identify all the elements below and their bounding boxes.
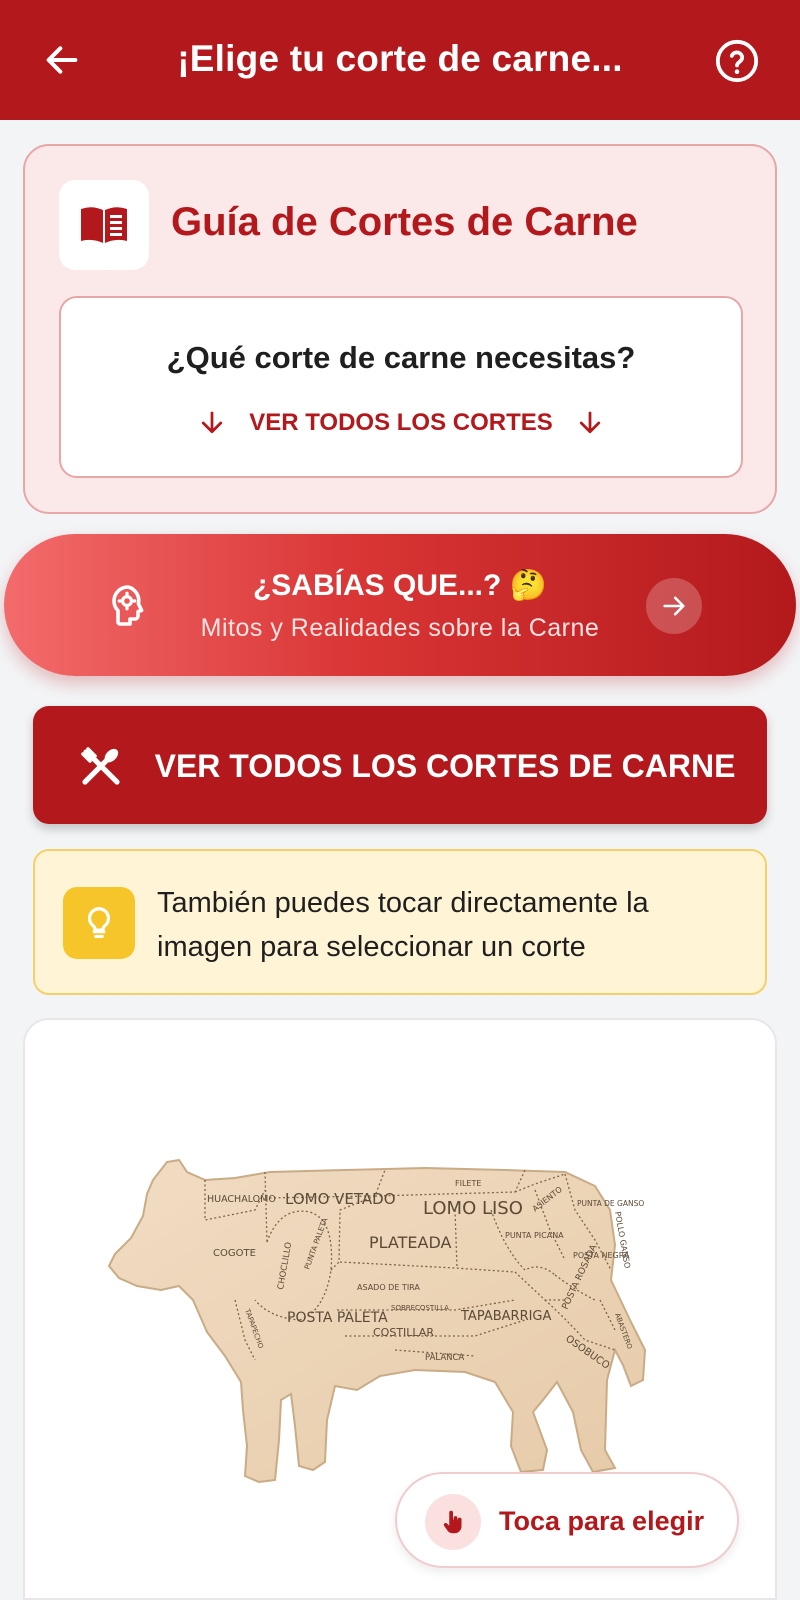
did-you-know-subtitle: Mitos y Realidades sobre la Carne bbox=[200, 614, 600, 642]
cut-label-costillar: COSTILLAR bbox=[373, 1326, 434, 1339]
tip-box: También puedes tocar directamente la ima… bbox=[33, 849, 767, 995]
cow-cuts-image[interactable]: HUACHALOMO LOMO VETADO FILETE LOMO LISO … bbox=[95, 1150, 685, 1500]
guide-question: ¿Qué corte de carne necesitas? bbox=[166, 340, 636, 375]
cut-label-palanca: PALANCA bbox=[425, 1353, 464, 1363]
page-title: ¡Elige tu corte de carne... bbox=[177, 38, 623, 79]
cut-label-sobrecostilla: SOBRECOSTILLA bbox=[391, 1304, 449, 1312]
lightbulb-icon bbox=[87, 907, 111, 939]
tip-icon-container bbox=[63, 887, 135, 959]
did-you-know-title: ¿SABÍAS QUE...? 🤔 bbox=[252, 569, 548, 602]
touch-to-choose-pill[interactable]: Toca para elegir bbox=[395, 1472, 739, 1568]
guide-question-box[interactable]: ¿Qué corte de carne necesitas? VER TODOS… bbox=[59, 296, 743, 478]
tip-text: También puedes tocar directamente la ima… bbox=[157, 887, 649, 963]
arrow-down-icon bbox=[579, 411, 600, 434]
cut-label-cogote: COGOTE bbox=[213, 1248, 256, 1259]
utensils-crossed-icon bbox=[81, 747, 120, 785]
help-button[interactable] bbox=[714, 38, 760, 84]
cut-label-plateada: PLATEADA bbox=[369, 1233, 452, 1252]
hand-pointer-icon bbox=[443, 1510, 462, 1534]
view-all-cuts-button-label: VER TODOS LOS CORTES DE CARNE bbox=[154, 748, 736, 784]
brain-gear-icon bbox=[112, 585, 144, 626]
cow-image-card: HUACHALOMO LOMO VETADO FILETE LOMO LISO … bbox=[23, 1018, 777, 1600]
view-all-cuts-label: VER TODOS LOS CORTES bbox=[249, 409, 553, 436]
view-all-cuts-button[interactable]: VER TODOS LOS CORTES DE CARNE bbox=[33, 706, 767, 824]
did-you-know-arrow-button[interactable] bbox=[646, 578, 702, 634]
cuts-guide-card: Guía de Cortes de Carne ¿Qué corte de ca… bbox=[23, 144, 777, 514]
cut-label-lomo-vetado: LOMO VETADO bbox=[285, 1190, 396, 1208]
arrow-right-icon bbox=[663, 596, 685, 616]
cut-label-punta-picana: PUNTA PICANA bbox=[505, 1231, 564, 1240]
cut-label-posta-paleta: POSTA PALETA bbox=[287, 1310, 388, 1326]
cut-label-tapabarriga: TAPABARRIGA bbox=[460, 1309, 552, 1324]
did-you-know-banner[interactable]: ¿SABÍAS QUE...? 🤔 Mitos y Realidades sob… bbox=[4, 534, 796, 676]
touch-to-choose-label: Toca para elegir bbox=[499, 1506, 705, 1536]
cut-label-pollo-ganso: POLLO GANSO bbox=[613, 1211, 632, 1269]
book-icon bbox=[81, 207, 127, 243]
cut-label-punta-de-ganso: PUNTA DE GANSO bbox=[577, 1199, 644, 1208]
cut-label-asado-de-tira: ASADO DE TIRA bbox=[357, 1283, 420, 1292]
cut-label-huachalomo: HUACHALOMO bbox=[207, 1194, 276, 1205]
guide-icon-container bbox=[59, 180, 149, 270]
cut-label-lomo-liso: LOMO LISO bbox=[423, 1198, 523, 1219]
cut-label-posta-negra: POSTA NEGRA bbox=[573, 1251, 630, 1260]
cow-diagram[interactable]: HUACHALOMO LOMO VETADO FILETE LOMO LISO … bbox=[95, 1150, 685, 1500]
app-bar: ¡Elige tu corte de carne... bbox=[0, 0, 800, 120]
guide-title: Guía de Cortes de Carne bbox=[171, 200, 638, 244]
touch-icon-container bbox=[425, 1494, 481, 1550]
view-all-cuts-link[interactable]: VER TODOS LOS CORTES bbox=[61, 408, 741, 438]
arrow-down-icon bbox=[202, 411, 223, 434]
help-circle-icon bbox=[715, 39, 759, 83]
cut-label-filete: FILETE bbox=[455, 1179, 481, 1188]
